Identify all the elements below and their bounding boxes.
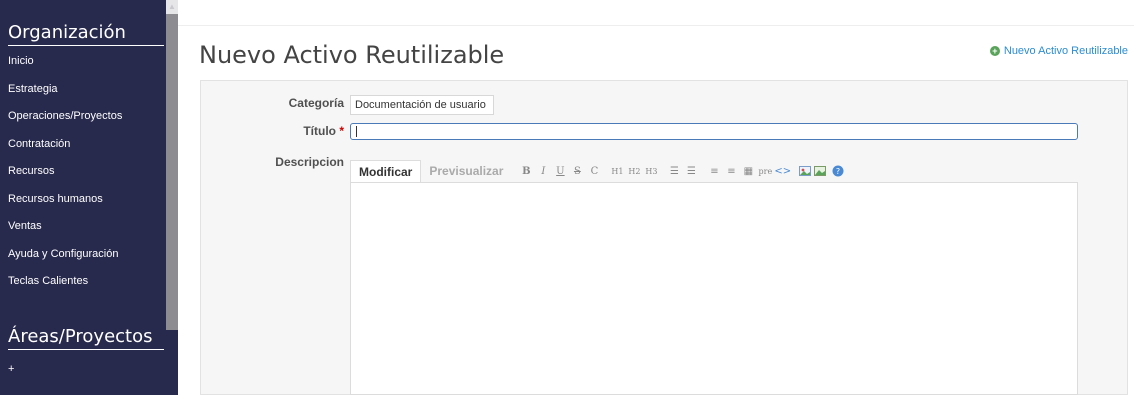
sidebar-item-inicio[interactable]: Inicio [8,48,178,76]
sidebar-item-ayuda-configuracion[interactable]: Ayuda y Configuración [8,241,178,269]
description-label: Descripcion [275,155,344,169]
new-reusable-asset-link-label: Nuevo Activo Reutilizable [1003,45,1128,57]
code-inline-button[interactable]: C [586,166,602,177]
image-icon[interactable] [799,166,812,176]
svg-text:?: ? [836,167,840,176]
tab-previsualizar[interactable]: Previsualizar [421,160,511,182]
scrollbar-thumb[interactable] [166,14,178,330]
editor-toolbar: Modificar Previsualizar B I U S C H1 H2 … [350,159,844,183]
tab-modificar[interactable]: Modificar [350,159,422,183]
sidebar-item-contratacion[interactable]: Contratación [8,131,178,159]
italic-button[interactable]: I [535,166,551,177]
description-editor[interactable] [350,182,1078,395]
sidebar-item-operaciones-proyectos[interactable]: Operaciones/Proyectos [8,103,178,131]
unordered-list-icon[interactable]: ☰ [666,166,682,177]
sidebar-item-recursos-humanos[interactable]: Recursos humanos [8,186,178,214]
sidebar-item-ventas[interactable]: Ventas [8,213,178,241]
sidebar-item-estrategia[interactable]: Estrategia [8,76,178,104]
align-right-icon[interactable]: ≡ [723,166,739,177]
title-label: Título * [204,124,344,138]
required-mark: * [339,124,344,138]
header-divider [178,25,1134,26]
title-input[interactable] [350,123,1078,140]
heading1-button[interactable]: H1 [609,167,625,176]
sidebar-item-recursos[interactable]: Recursos [8,158,178,186]
code-block-icon[interactable]: <> [774,166,791,177]
help-icon[interactable]: ? [832,165,844,177]
title-label-text: Título [303,124,336,138]
sidebar-add-area-button[interactable]: + [8,356,178,384]
strikethrough-button[interactable]: S [569,166,585,177]
picture-icon[interactable] [814,166,827,176]
sidebar-item-teclas-calientes[interactable]: Teclas Calientes [8,268,178,296]
new-reusable-asset-link[interactable]: + Nuevo Activo Reutilizable [989,45,1128,57]
sidebar-section-title-organizacion: Organización [8,22,164,46]
align-left-icon[interactable]: ≡ [706,166,722,177]
sidebar-section-title-areas-proyectos: Áreas/Proyectos [8,326,164,350]
text-caret [356,126,357,137]
scroll-up-arrow-icon[interactable]: ▲ [166,0,178,14]
page-title: Nuevo Activo Reutilizable [199,41,505,69]
preformatted-button[interactable]: pre [757,167,773,176]
sidebar-scrollbar[interactable]: ▲ [166,0,178,395]
ordered-list-icon[interactable]: ☰ [683,166,699,177]
heading2-button[interactable]: H2 [626,167,642,176]
underline-button[interactable]: U [552,166,568,177]
sidebar: Organización Inicio Estrategia Operacion… [0,0,178,395]
category-select[interactable]: Documentación de usuario [350,95,494,115]
category-label: Categoría [288,96,344,110]
table-icon[interactable]: ▦ [740,166,756,177]
heading3-button[interactable]: H3 [643,167,659,176]
add-circle-icon: + [989,46,1000,56]
bold-button[interactable]: B [518,166,534,177]
